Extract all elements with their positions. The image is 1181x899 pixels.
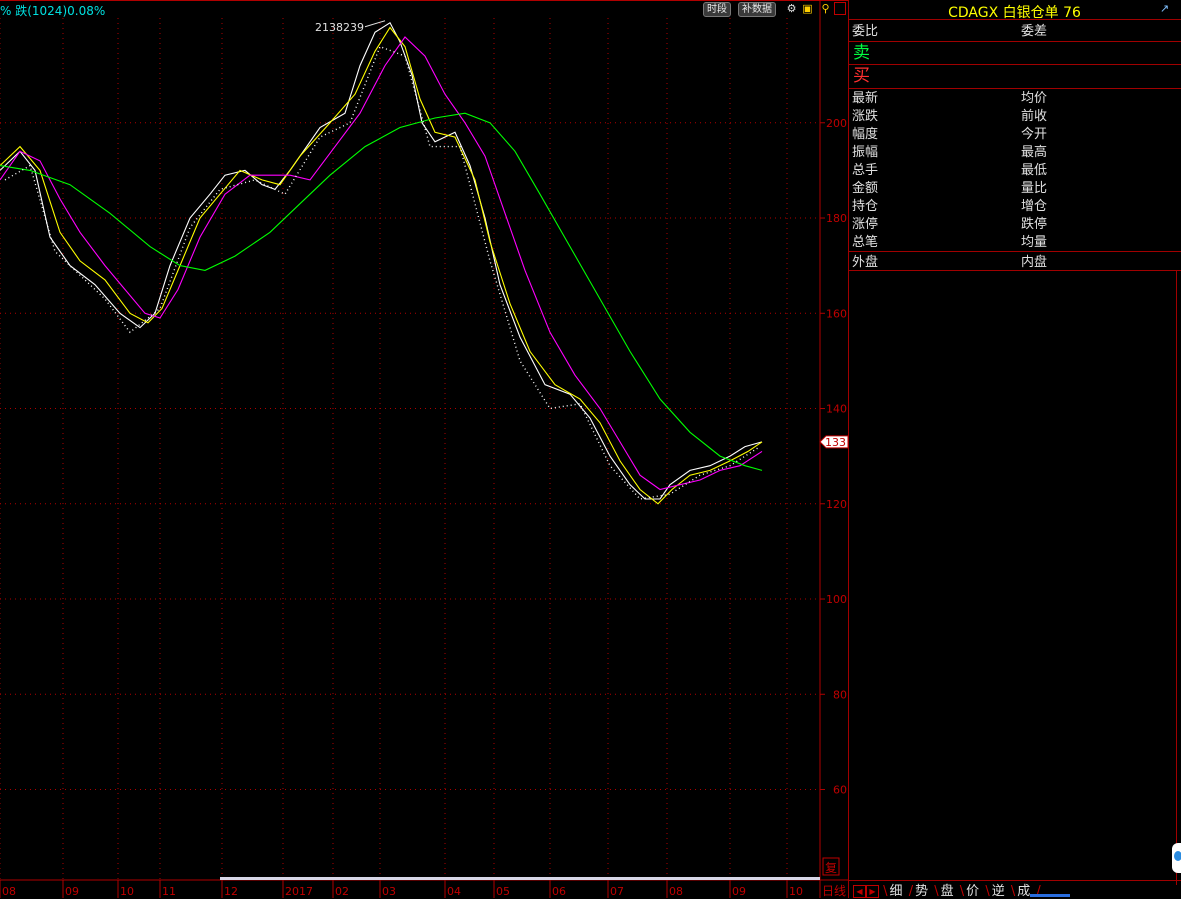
field-avg-volume-label: 均量 — [1021, 235, 1048, 250]
supplement-data-button[interactable]: 补数据 — [738, 2, 776, 17]
x-tick-label: 04 — [447, 885, 461, 898]
tab-prev-icon[interactable]: ◀ — [853, 885, 866, 898]
max-label: 2138239 — [315, 21, 364, 34]
y-tick-label: 100 — [826, 593, 847, 606]
series-line-4 — [4, 45, 761, 500]
y-tick-label: 200 — [826, 117, 847, 130]
divider — [848, 251, 1181, 252]
field-open-label: 今开 — [1021, 127, 1048, 142]
field-prev-close-label: 前收 — [1021, 109, 1048, 124]
y-tick-label: 180 — [826, 212, 847, 225]
y-tick-label: 60 — [833, 784, 847, 797]
period-label[interactable]: 日线 — [822, 884, 846, 898]
field-limit-up-label: 涨停 — [852, 217, 879, 232]
x-tick-label: 10 — [120, 885, 134, 898]
x-tick-label: 09 — [65, 885, 79, 898]
field-weicha-label: 委差 — [1021, 24, 1048, 39]
period-button[interactable]: 时段 — [703, 2, 731, 17]
field-change-label: 涨跌 — [852, 109, 879, 124]
panel-tabs: ◀ ▶ \ 细 / 势 \ 盘 \ 价 \ 逆 \ 成 / — [853, 880, 1043, 899]
panel-border-left — [848, 0, 849, 898]
restore-label: 复 — [825, 861, 837, 875]
field-low-label: 最低 — [1021, 163, 1048, 178]
scrollbar-thumb[interactable] — [220, 877, 820, 880]
divider — [848, 41, 1181, 42]
field-amplitude-label: 振幅 — [852, 145, 879, 160]
y-tick-label: 120 — [826, 498, 847, 511]
bottom-indicator — [1030, 894, 1070, 897]
field-trades-label: 总笔 — [852, 235, 879, 250]
field-weibi-label: 委比 — [852, 24, 879, 39]
tab-detail[interactable]: 细 — [890, 884, 903, 899]
divider — [848, 64, 1181, 65]
x-tick-label: 2017 — [285, 885, 313, 898]
field-high-label: 最高 — [1021, 145, 1048, 160]
y-tick-label: 140 — [826, 403, 847, 416]
divider — [848, 88, 1181, 89]
x-tick-label: 07 — [610, 885, 624, 898]
gear-icon[interactable]: ⚙ — [785, 2, 798, 15]
x-tick-label: 08 — [669, 885, 683, 898]
field-open-interest-label: 持仓 — [852, 199, 879, 214]
buy-label: 买 — [853, 66, 870, 86]
x-tick-label: 02 — [335, 885, 349, 898]
tab-orderbook[interactable]: 盘 — [941, 884, 954, 899]
field-volume-label: 总手 — [852, 163, 879, 178]
tab-price[interactable]: 价 — [966, 884, 979, 899]
tab-trend[interactable]: 势 — [915, 884, 928, 899]
field-amount-label: 金额 — [852, 181, 879, 196]
field-latest-label: 最新 — [852, 91, 879, 106]
y-tick-label: 80 — [833, 688, 847, 701]
series-line-2 — [0, 36, 763, 491]
series-line-1 — [0, 26, 763, 505]
field-avg-price-label: 均价 — [1021, 91, 1048, 106]
x-tick-label: 09 — [732, 885, 746, 898]
y-tick-label: 160 — [826, 307, 847, 320]
x-tick-label: 08 — [2, 885, 16, 898]
status-text: % 跌(1024)0.08% — [0, 4, 106, 18]
pin-icon[interactable]: ⚲ — [819, 2, 832, 15]
lock-icon[interactable]: ▣ — [801, 2, 814, 15]
chart-icon[interactable]: ↗ — [1158, 2, 1171, 15]
max-leader — [364, 20, 386, 28]
x-tick-label: 10 — [789, 885, 803, 898]
side-float-button[interactable] — [1172, 843, 1181, 873]
field-volume-ratio-label: 量比 — [1021, 181, 1048, 196]
divider — [848, 270, 1181, 271]
field-amplitude-pct-label: 幅度 — [852, 127, 879, 142]
tab-reverse[interactable]: 逆 — [992, 884, 1005, 899]
tab-next-icon[interactable]: ▶ — [866, 885, 879, 898]
sell-label: 卖 — [853, 43, 870, 63]
x-tick-label: 12 — [224, 885, 238, 898]
divider — [848, 19, 1181, 20]
current-value-label: 133 — [825, 436, 846, 449]
field-limit-down-label: 跌停 — [1021, 217, 1048, 232]
window-icon[interactable] — [834, 2, 846, 15]
panel-scroll-track — [1176, 270, 1177, 885]
x-tick-label: 05 — [496, 885, 510, 898]
x-tick-label: 03 — [382, 885, 396, 898]
price-chart[interactable]: 60 80 100 120 140 160 180 200 08 09 10 11 12 2017 02 03… — [0, 0, 848, 898]
x-tick-label: 06 — [552, 885, 566, 898]
series-line-0 — [0, 22, 763, 500]
field-oi-change-label: 增仓 — [1021, 199, 1048, 214]
x-tick-label: 11 — [162, 885, 176, 898]
tab-trades[interactable]: 成 — [1017, 884, 1030, 899]
